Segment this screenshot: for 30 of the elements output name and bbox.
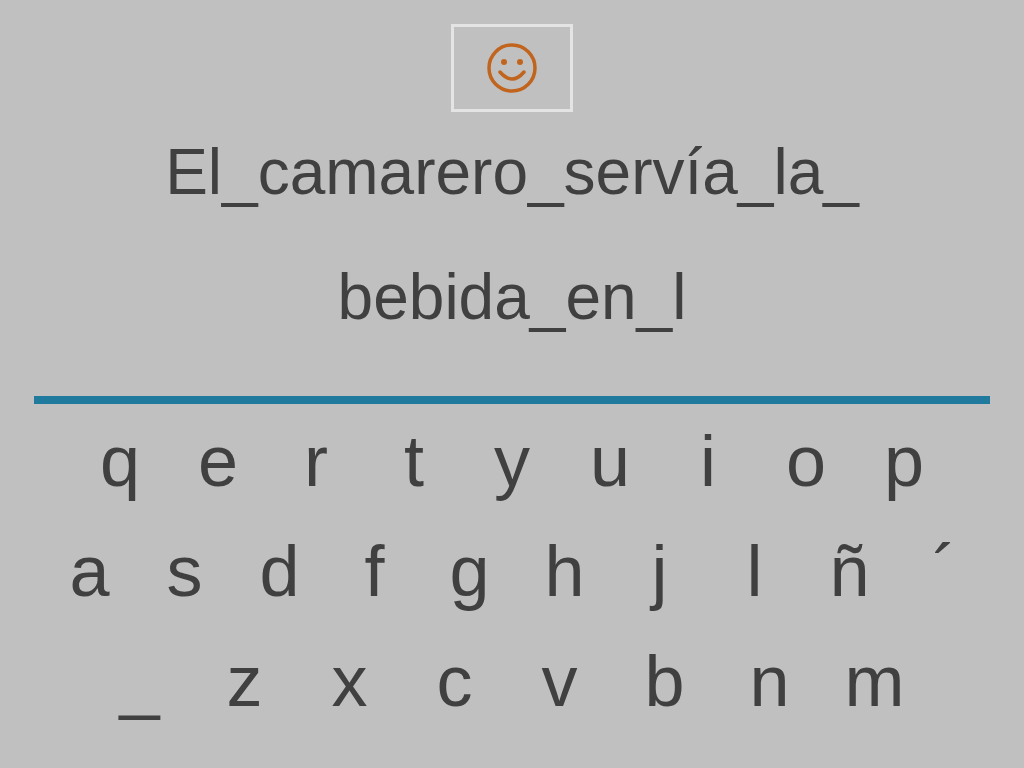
key[interactable]: q xyxy=(71,406,169,516)
key[interactable]: n xyxy=(717,626,822,736)
key[interactable]: a xyxy=(42,516,137,626)
key[interactable]: v xyxy=(507,626,612,736)
key[interactable]: o xyxy=(757,406,855,516)
key[interactable]: h xyxy=(517,516,612,626)
key[interactable]: e xyxy=(169,406,267,516)
key[interactable]: d xyxy=(232,516,327,626)
smiley-icon xyxy=(486,42,538,94)
key[interactable]: s xyxy=(137,516,232,626)
key[interactable]: l xyxy=(707,516,802,626)
key[interactable]: i xyxy=(659,406,757,516)
key[interactable]: u xyxy=(561,406,659,516)
sentence-line: El_camarero_servía_la_ xyxy=(165,135,859,210)
key[interactable]: t xyxy=(365,406,463,516)
key[interactable]: m xyxy=(822,626,927,736)
key[interactable]: ñ xyxy=(802,516,897,626)
key[interactable]: ´ xyxy=(897,516,992,626)
key[interactable]: f xyxy=(327,516,422,626)
key[interactable]: y xyxy=(463,406,561,516)
key[interactable]: _ xyxy=(87,626,192,736)
sentence-line: bebida_en_l xyxy=(337,260,687,335)
key[interactable]: z xyxy=(192,626,297,736)
key[interactable]: p xyxy=(855,406,953,516)
key[interactable]: r xyxy=(267,406,365,516)
key[interactable]: j xyxy=(612,516,707,626)
key[interactable]: g xyxy=(422,516,517,626)
key[interactable]: x xyxy=(297,626,402,736)
key[interactable]: c xyxy=(402,626,507,736)
key[interactable]: b xyxy=(612,626,717,736)
